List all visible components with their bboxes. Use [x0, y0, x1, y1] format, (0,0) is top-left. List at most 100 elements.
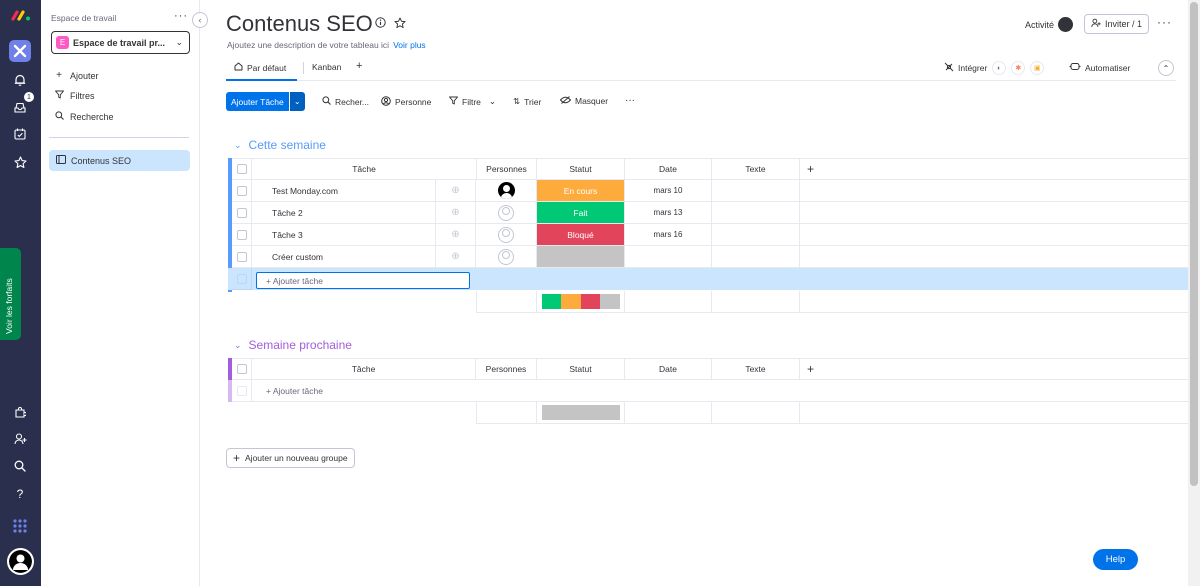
row-select-cell[interactable] [232, 180, 252, 202]
add-column-button[interactable]: + [800, 158, 1189, 180]
sidebar-search[interactable]: Recherche [54, 111, 114, 123]
help-icon[interactable]: ? [10, 484, 30, 504]
invite-member-icon[interactable] [10, 429, 30, 449]
filter-button[interactable]: Filtre ⌄ [449, 96, 496, 107]
invite-button[interactable]: Inviter / 1 [1084, 14, 1149, 34]
chevron-down-icon[interactable]: ⌄ [234, 340, 242, 351]
add-update-icon[interactable]: ⊕ [451, 207, 459, 218]
more-toolbar-icon[interactable]: ··· [625, 95, 635, 106]
search-button[interactable]: Recher... [322, 96, 369, 107]
checkbox[interactable] [236, 251, 247, 262]
person-cell[interactable] [476, 224, 537, 246]
row-select-cell[interactable] [232, 202, 252, 224]
sort-button[interactable]: ⇅ Trier [513, 96, 541, 107]
board-description[interactable]: Ajoutez une description de votre tableau… [227, 40, 426, 50]
task-name-cell[interactable]: Créer custom [252, 246, 436, 268]
collapse-sidebar-button[interactable]: ‹ [192, 12, 208, 28]
apps-icon[interactable] [10, 402, 30, 422]
hide-button[interactable]: Masquer [559, 96, 608, 106]
column-header-status[interactable]: Statut [537, 158, 625, 180]
checkbox[interactable] [236, 185, 247, 196]
date-cell[interactable]: mars 10 [625, 180, 712, 202]
status-cell[interactable]: En cours [537, 180, 625, 202]
see-more-link[interactable]: Voir plus [393, 40, 426, 50]
row-select-cell[interactable] [232, 246, 252, 268]
star-icon[interactable] [10, 152, 30, 172]
conversation-cell[interactable]: ⊕ [436, 224, 476, 246]
scrollbar-thumb[interactable] [1190, 2, 1198, 486]
tab-kanban[interactable]: Kanban [312, 62, 341, 72]
group-title-next-week[interactable]: ⌄ Semaine prochaine [234, 338, 352, 352]
status-summary-bar[interactable] [537, 291, 625, 313]
product-switcher-icon[interactable] [10, 516, 30, 536]
column-header-text[interactable]: Texte [712, 158, 800, 180]
person-cell[interactable] [476, 246, 537, 268]
sidebar-filters[interactable]: Filtres [54, 90, 95, 102]
search-icon[interactable] [10, 456, 30, 476]
status-cell[interactable] [537, 246, 625, 268]
add-task-dropdown-button[interactable]: ⌄ [289, 92, 305, 111]
add-update-icon[interactable]: ⊕ [451, 251, 459, 262]
status-cell[interactable]: Bloqué [537, 224, 625, 246]
date-cell[interactable] [625, 246, 712, 268]
workspace-icon[interactable] [9, 40, 31, 62]
task-name-cell[interactable]: Test Monday.com [252, 180, 436, 202]
favorite-star-icon[interactable] [394, 17, 406, 32]
automate-button[interactable]: Automatiser [1069, 62, 1130, 73]
chevron-down-icon[interactable]: ⌄ [234, 140, 242, 151]
tab-default[interactable]: Par défaut [234, 62, 286, 73]
integrate-button[interactable]: Intégrer ◐ ✱ ▣ [944, 61, 1045, 75]
person-cell[interactable] [476, 180, 537, 202]
page-scrollbar[interactable] [1188, 0, 1200, 586]
workspace-options-icon[interactable]: ··· [174, 10, 188, 22]
conversation-cell[interactable]: ⊕ [436, 202, 476, 224]
column-header-date[interactable]: Date [625, 158, 712, 180]
date-cell[interactable]: mars 16 [625, 224, 712, 246]
select-all-cell[interactable] [232, 358, 252, 380]
board-title[interactable]: Contenus SEO [226, 11, 373, 37]
add-task-input[interactable]: + Ajouter tâche [252, 380, 1189, 402]
column-header-task[interactable]: Tâche [252, 158, 476, 180]
column-header-status[interactable]: Statut [537, 358, 625, 380]
info-icon[interactable] [375, 17, 386, 32]
person-cell[interactable] [476, 202, 537, 224]
status-cell[interactable]: Fait [537, 202, 625, 224]
add-column-button[interactable]: + [800, 358, 1189, 380]
bell-icon[interactable] [10, 70, 30, 90]
text-cell[interactable] [712, 224, 800, 246]
sidebar-board-contenus-seo[interactable]: Contenus SEO [49, 150, 190, 171]
add-update-icon[interactable]: ⊕ [451, 229, 459, 240]
monday-logo[interactable] [10, 8, 32, 22]
person-filter-button[interactable]: Personne [381, 96, 431, 108]
checkbox[interactable] [236, 364, 247, 374]
help-button[interactable]: Help [1093, 549, 1138, 570]
checkbox[interactable] [236, 207, 247, 218]
add-update-icon[interactable]: ⊕ [451, 185, 459, 196]
add-task-button[interactable]: Ajouter Tâche [226, 92, 289, 111]
status-summary-bar[interactable] [537, 402, 625, 424]
workspace-dropdown[interactable]: E Espace de travail pr... ⌄ [51, 31, 190, 54]
checkbox[interactable] [236, 164, 247, 174]
conversation-cell[interactable]: ⊕ [436, 246, 476, 268]
column-header-text[interactable]: Texte [712, 358, 800, 380]
add-view-button[interactable]: + [356, 60, 362, 72]
text-cell[interactable] [712, 202, 800, 224]
select-all-cell[interactable] [232, 158, 252, 180]
user-avatar[interactable] [7, 548, 34, 575]
date-cell[interactable]: mars 13 [625, 202, 712, 224]
board-options-icon[interactable]: ··· [1157, 15, 1172, 29]
add-task-input[interactable]: + Ajouter tâche [256, 272, 470, 289]
row-select-cell[interactable] [232, 224, 252, 246]
see-plans-button[interactable]: Voir les forfaits [0, 248, 21, 340]
sidebar-add[interactable]: + Ajouter [54, 70, 98, 81]
column-header-people[interactable]: Personnes [476, 358, 537, 380]
conversation-cell[interactable]: ⊕ [436, 180, 476, 202]
activity-button[interactable]: Activité [1025, 17, 1074, 32]
column-header-task[interactable]: Tâche [252, 358, 476, 380]
column-header-people[interactable]: Personnes [476, 158, 537, 180]
collapse-header-button[interactable]: ⌃ [1158, 60, 1174, 76]
task-name-cell[interactable]: Tâche 2 [252, 202, 436, 224]
checkbox[interactable] [236, 229, 247, 240]
my-work-icon[interactable] [10, 124, 30, 144]
add-group-button[interactable]: + Ajouter un nouveau groupe [226, 448, 355, 468]
